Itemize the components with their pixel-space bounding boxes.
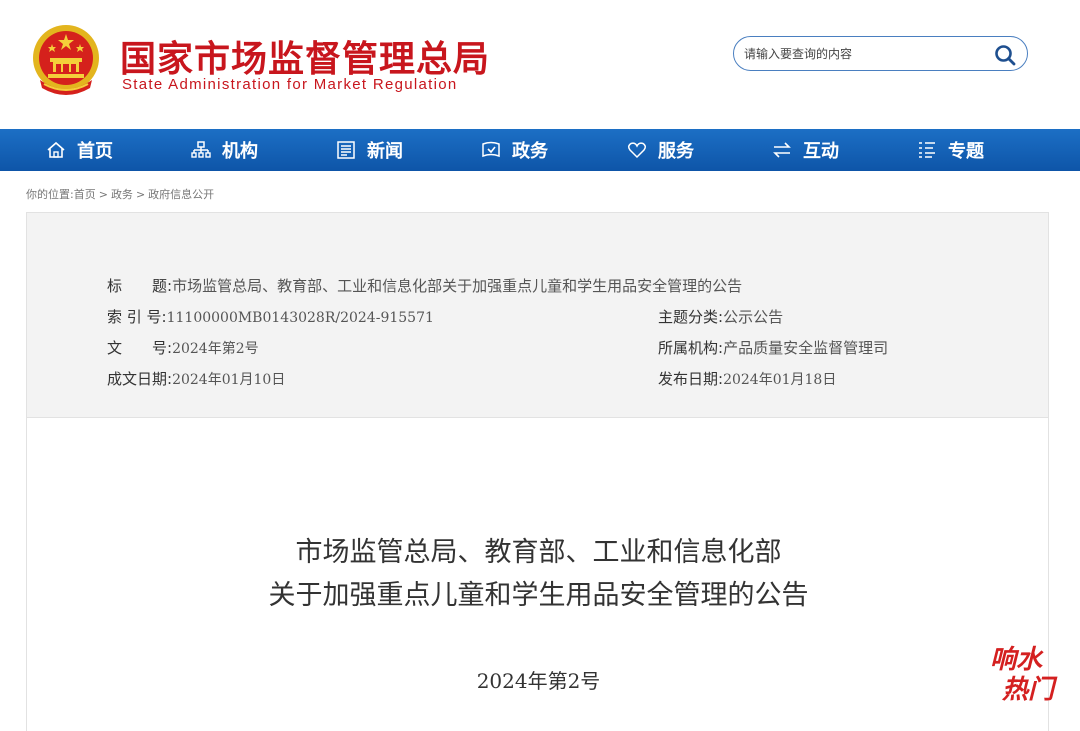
watermark-line2: 热门 (1001, 675, 1058, 704)
meta-org-value: 产品质量安全监督管理司 (723, 339, 889, 357)
list-icon (919, 142, 935, 158)
nav-item-topics[interactable]: 专题 (916, 129, 984, 171)
breadcrumb-separator: > (98, 188, 108, 201)
site-header: 国家市场监督管理总局 State Administration for Mark… (0, 0, 1080, 128)
breadcrumb: 你的位置:首页 > 政务 > 政府信息公开 (26, 186, 214, 202)
breadcrumb-separator: > (135, 188, 146, 201)
nav-label: 互动 (803, 141, 839, 162)
meta-topic-label: 主题分类: (658, 308, 724, 326)
nav-item-service[interactable]: 服务 (626, 129, 694, 171)
meta-index-label: 索 引 号: (107, 308, 167, 326)
meta-topic-row: 主题分类:公示公告 (658, 306, 783, 327)
watermark-logo: 响水 热门 (990, 645, 1058, 704)
nav-label: 首页 (77, 141, 113, 162)
search-input[interactable] (744, 44, 984, 64)
article-doc-number: 2024年第2号 (476, 669, 601, 693)
meta-docno-value: 2024年第2号 (172, 341, 259, 357)
breadcrumb-home[interactable]: 首页 (74, 188, 96, 201)
meta-title-row: 标 题:市场监管总局、教育部、工业和信息化部关于加强重点儿童和学生用品安全管理的… (107, 275, 742, 296)
meta-published-row: 发布日期:2024年01月18日 (658, 368, 836, 389)
article-body: 市场监管总局、教育部、工业和信息化部 关于加强重点儿童和学生用品安全管理的公告 … (26, 418, 1049, 731)
meta-created-row: 成文日期:2024年01月10日 (107, 368, 285, 389)
newspaper-icon (337, 141, 355, 159)
nav-item-home[interactable]: 首页 (45, 129, 113, 171)
nav-label: 服务 (658, 141, 694, 162)
meta-created-label: 成文日期: (107, 370, 173, 388)
meta-docno-row: 文 号:2024年第2号 (107, 337, 259, 358)
meta-org-row: 所属机构:产品质量安全监督管理司 (658, 337, 888, 358)
breadcrumb-gov[interactable]: 政务 (111, 188, 133, 201)
meta-title-value: 市场监管总局、教育部、工业和信息化部关于加强重点儿童和学生用品安全管理的公告 (172, 277, 743, 295)
meta-published-label: 发布日期: (658, 370, 724, 388)
search-icon[interactable] (993, 43, 1017, 67)
article-title-line1: 市场监管总局、教育部、工业和信息化部 (295, 537, 782, 568)
breadcrumb-info-public[interactable]: 政府信息公开 (148, 188, 214, 201)
nav-label: 专题 (948, 141, 984, 162)
site-title[interactable]: 国家市场监督管理总局 (120, 30, 490, 82)
site-subtitle: State Administration for Market Regulati… (122, 76, 458, 93)
nav-item-news[interactable]: 新闻 (335, 129, 403, 171)
meta-index-value: 11100000MB0143028R/2024-915571 (166, 310, 434, 326)
meta-topic-value: 公示公告 (723, 308, 784, 326)
exchange-icon (773, 142, 791, 158)
nav-item-interact[interactable]: 互动 (771, 129, 839, 171)
main-nav: 首页 机构 新闻 政务 服务 互动 专题 (0, 129, 1080, 171)
national-emblem-icon[interactable] (30, 22, 102, 98)
nav-item-gov[interactable]: 政务 (480, 129, 548, 171)
document-meta-panel: 标 题:市场监管总局、教育部、工业和信息化部关于加强重点儿童和学生用品安全管理的… (26, 212, 1049, 418)
meta-docno-label: 文 号: (107, 339, 173, 357)
breadcrumb-prefix: 你的位置: (26, 188, 74, 201)
search-box (733, 36, 1028, 71)
article-title-line2: 关于加强重点儿童和学生用品安全管理的公告 (268, 580, 809, 611)
org-chart-icon (191, 141, 211, 158)
nav-item-org[interactable]: 机构 (190, 129, 258, 171)
home-icon (47, 141, 65, 158)
meta-created-value: 2024年01月10日 (172, 372, 286, 388)
meta-org-label: 所属机构: (658, 339, 724, 357)
nav-label: 机构 (222, 141, 258, 162)
page: 国家市场监督管理总局 State Administration for Mark… (0, 0, 1080, 731)
nav-label: 新闻 (367, 141, 403, 162)
meta-published-value: 2024年01月18日 (723, 372, 837, 388)
watermark-line1: 响水 (990, 645, 1044, 675)
heart-icon (627, 142, 647, 159)
meta-title-label: 标 题: (107, 277, 173, 295)
nav-label: 政务 (512, 141, 548, 162)
government-icon (482, 141, 500, 158)
meta-index-row: 索 引 号:11100000MB0143028R/2024-915571 (107, 306, 434, 327)
